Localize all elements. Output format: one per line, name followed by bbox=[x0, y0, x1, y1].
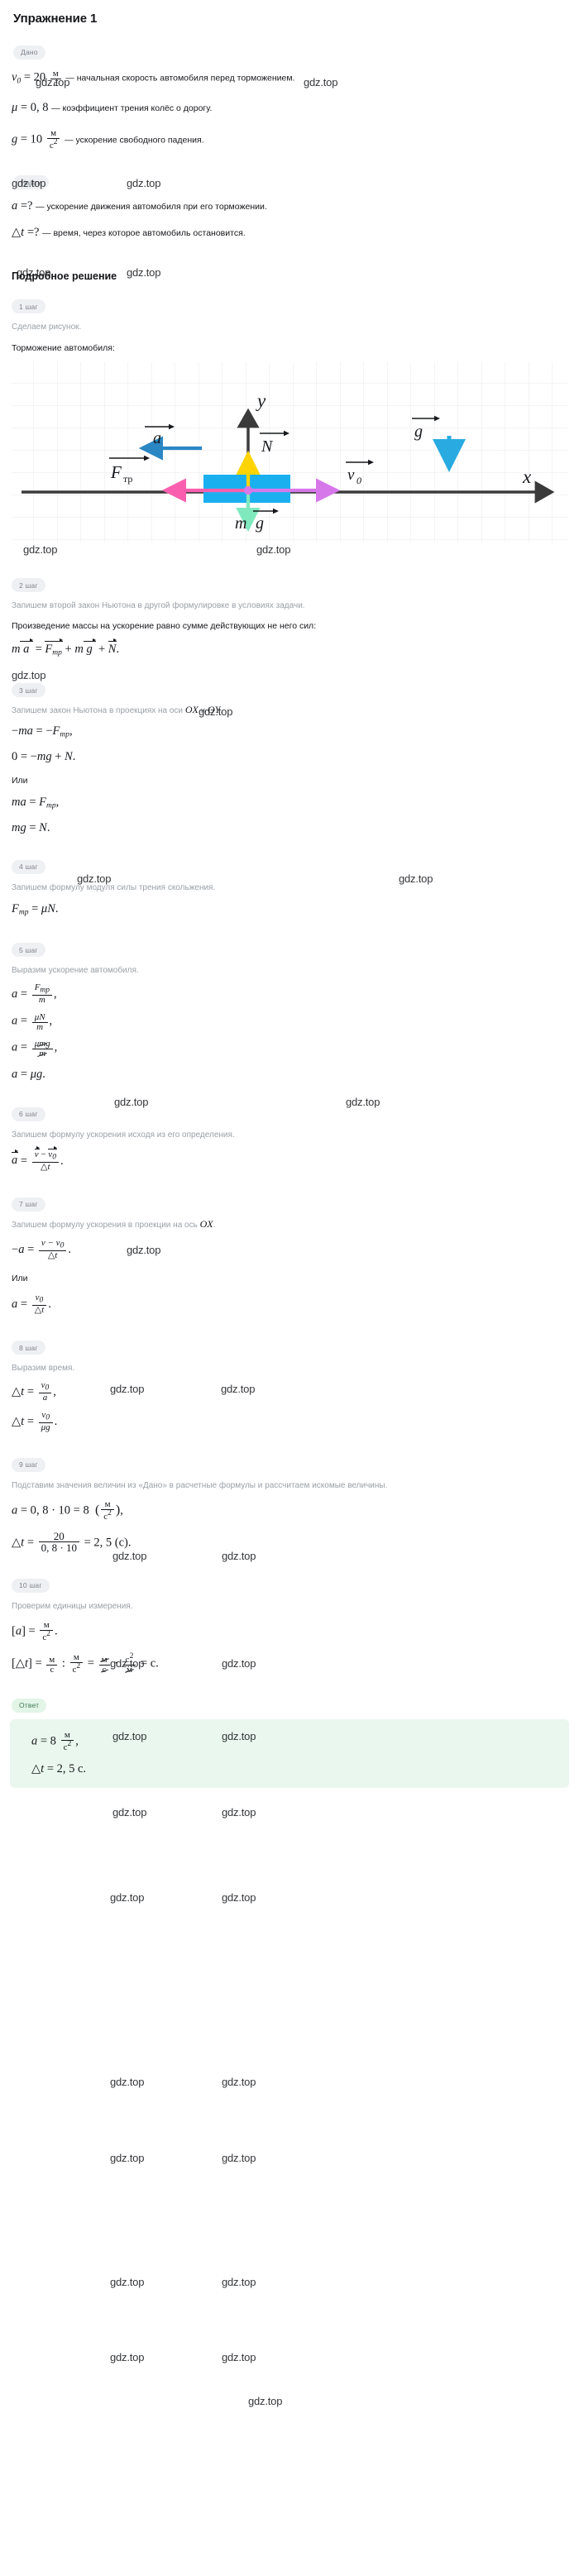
watermark: gdz.top bbox=[222, 2276, 256, 2288]
step-7-eq-2: a = v0 △t. bbox=[12, 1293, 51, 1316]
watermark: gdz.top bbox=[222, 1806, 256, 1818]
step-5-eq-1: a = Fтр m, bbox=[12, 982, 57, 1006]
given-item-v0: v0 = 20 мс — начальная скорость автомоби… bbox=[12, 68, 295, 88]
answer-line-dt: △t = 2, 5 с. bbox=[31, 1761, 87, 1775]
watermark: gdz.top bbox=[222, 1891, 256, 1904]
step-10-eq-1: [a] = м с2. bbox=[12, 1619, 58, 1642]
step-1-desc: Сделаем рисунок. bbox=[12, 323, 82, 332]
given-item-g: g = 10 м с2 — ускорение свободного падени… bbox=[12, 127, 204, 151]
svg-text:v: v bbox=[347, 466, 355, 484]
step-7-label: 7 шаг bbox=[12, 1197, 45, 1212]
step-3-eq-2: 0 = −mg + N. bbox=[12, 749, 76, 763]
step-7-or: Или bbox=[12, 1274, 28, 1284]
step-9-eq-2: △t = 20 0, 8 · 10 = 2, 5 (с). bbox=[12, 1529, 132, 1555]
step-5-desc: Выразим ускорение автомобиля. bbox=[12, 966, 139, 976]
step-9-label: 9 шаг bbox=[12, 1457, 45, 1472]
step-4-eq-1: Fтр = μN. bbox=[12, 901, 59, 917]
step-8-label: 8 шаг bbox=[12, 1341, 45, 1355]
svg-text:тр: тр bbox=[123, 473, 132, 485]
step-10-eq-2: [△t] = мс : м с2 = мс · с2 м = с. bbox=[12, 1652, 159, 1675]
step-2-bold: Произведение массы на ускорение равно су… bbox=[12, 621, 317, 632]
step-1-label: 1 шаг bbox=[12, 299, 45, 314]
step-1-subhead: Торможение автомобиля: bbox=[12, 343, 115, 354]
step-3-label: 3 шаг bbox=[12, 683, 45, 698]
step-8-eq-2: △t = v0 μg. bbox=[12, 1409, 58, 1432]
solution-heading: Подробное решение bbox=[12, 270, 117, 282]
step-4-label: 4 шаг bbox=[12, 859, 45, 874]
svg-text:N: N bbox=[261, 437, 274, 456]
step-8-eq-1: △t = v0 a, bbox=[12, 1380, 56, 1403]
step-2-eq-1: m a = Fтр + m g + N. bbox=[12, 638, 120, 657]
svg-text:g: g bbox=[414, 423, 423, 441]
watermark: gdz.top bbox=[222, 2351, 256, 2363]
step-3-eq-1: −ma = −Fтр, bbox=[12, 724, 73, 739]
given-item-mu: μ = 0, 8 — коэффициент трения колёс о до… bbox=[12, 100, 213, 114]
step-5-eq-4: a = μg. bbox=[12, 1068, 45, 1082]
find-label: Найти bbox=[13, 175, 50, 190]
step-8-desc: Выразим время. bbox=[12, 1364, 75, 1374]
force-diagram: y x a N F тр v 0 m g g bbox=[10, 360, 569, 544]
step-7-eq-1: −a = v − v0 △t. bbox=[12, 1237, 71, 1261]
answer-label: Ответ bbox=[12, 1698, 47, 1713]
svg-text:m: m bbox=[235, 514, 246, 533]
step-5-label: 5 шаг bbox=[12, 943, 45, 958]
svg-text:g: g bbox=[256, 514, 264, 533]
step-6-eq-1: a = v − v0 △t. bbox=[12, 1145, 64, 1172]
watermark: gdz.top bbox=[248, 2395, 283, 2407]
answer-box: a = 8 м с2, △t = 2, 5 с. bbox=[10, 1718, 569, 1788]
watermark: gdz.top bbox=[110, 2351, 145, 2363]
step-9-eq-1: a = 0, 8 · 10 = 8 (м с2), bbox=[12, 1498, 123, 1522]
step-3-or: Или bbox=[12, 776, 28, 786]
step-10-desc: Проверим единицы измерения. bbox=[12, 1601, 133, 1611]
step-6-desc: Запишем формулу ускорения исходя из его … bbox=[12, 1130, 235, 1140]
given-label: Дано bbox=[13, 45, 45, 60]
answer-line-a: a = 8 м с2, bbox=[31, 1729, 79, 1752]
watermark: gdz.top bbox=[222, 2076, 256, 2088]
solution-page: Упражнение 1 Дано v0 = 20 мс — начальная… bbox=[0, 0, 579, 2407]
watermark: gdz.top bbox=[222, 2152, 256, 2164]
step-3-eq-4: mg = N. bbox=[12, 820, 50, 834]
step-3-desc: Запишем закон Ньютона в проекциях на оси… bbox=[12, 704, 223, 716]
watermark: gdz.top bbox=[110, 2152, 145, 2164]
page-title: Упражнение 1 bbox=[13, 12, 98, 26]
svg-text:F: F bbox=[110, 462, 122, 482]
watermark: gdz.top bbox=[110, 1891, 145, 1904]
find-item-dt: △t =? — время, через которое автомобиль … bbox=[12, 225, 246, 239]
svg-text:x: x bbox=[522, 466, 532, 487]
watermark: gdz.top bbox=[110, 2276, 145, 2288]
step-9-desc: Подставим значения величин из «Дано» в р… bbox=[12, 1480, 388, 1490]
watermark: gdz.top bbox=[112, 1806, 147, 1818]
find-item-a: a =? — ускорение движения автомобиля при… bbox=[12, 199, 267, 213]
step-3-eq-3: ma = Fтр, bbox=[12, 796, 60, 810]
svg-text:a: a bbox=[153, 429, 161, 447]
watermark: gdz.top bbox=[110, 2076, 145, 2088]
svg-text:y: y bbox=[256, 390, 266, 411]
step-7-desc: Запишем формулу ускорения в проекции на … bbox=[12, 1217, 216, 1230]
step-5-eq-3: a = μmg m, bbox=[12, 1039, 58, 1059]
step-2-label: 2 шаг bbox=[12, 578, 45, 593]
step-10-label: 10 шаг bbox=[12, 1578, 50, 1593]
step-6-label: 6 шаг bbox=[12, 1106, 45, 1121]
step-4-desc: Запишем формулу модуля силы трения сколь… bbox=[12, 882, 216, 892]
step-5-eq-2: a = μN m, bbox=[12, 1011, 53, 1032]
svg-text:0: 0 bbox=[356, 475, 361, 486]
step-2-desc: Запишем второй закон Ньютона в другой фо… bbox=[12, 601, 305, 611]
